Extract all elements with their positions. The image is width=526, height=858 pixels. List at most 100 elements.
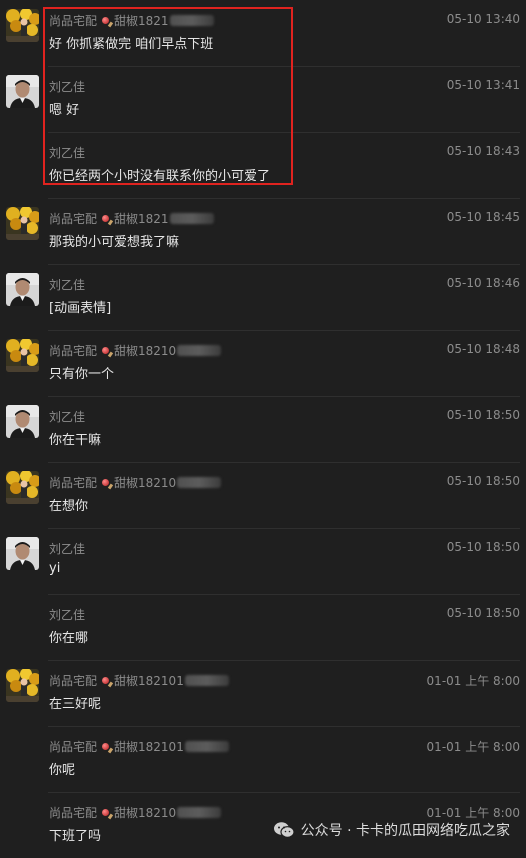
message-timestamp: 01-01 上午 8:00 [426,806,520,820]
message-timestamp: 05-10 18:50 [446,606,520,620]
watermark: 公众号 · 卡卡的瓜田网络吃瓜之家 [273,820,510,840]
sender-label: 刘乙佳 [49,80,86,94]
watermark-label: 公众号 · 卡卡的瓜田网络吃瓜之家 [300,823,510,839]
message-row[interactable]: 刘乙佳 05-10 13:41 嗯 好 [0,66,526,132]
sender-nickname: 甜椒182101 [114,674,184,688]
message-row[interactable]: 刘乙佳 05-10 18:50 你在干嘛 [0,396,526,462]
sender-name: 尚品宅配 甜椒18210 [49,804,222,821]
pepper-stem-icon [107,813,114,820]
pepper-icon [102,347,110,354]
sender-label: 尚品宅配 [49,806,98,820]
redacted-mask [184,741,229,752]
message-timestamp: 01-01 上午 8:00 [426,740,520,754]
sender-label: 尚品宅配 [49,740,98,754]
user-avatar[interactable] [6,75,39,108]
message-timestamp: 05-10 13:40 [446,12,520,26]
sender-name: 尚品宅配 甜椒182101 [49,738,229,755]
store-avatar[interactable] [6,339,39,372]
message-row[interactable]: 尚品宅配 甜椒182101 01-01 上午 8:00 在三好呢 [0,660,526,726]
pepper-stem-icon [107,219,114,226]
message-text: 好 你抓紧做完 咱们早点下班 [49,37,214,52]
message-row[interactable]: 尚品宅配 甜椒1821 05-10 18:45 那我的小可爱想我了嘛 [0,198,526,264]
message-timestamp: 05-10 18:50 [446,408,520,422]
sender-label: 尚品宅配 [49,212,98,226]
redacted-mask [184,675,229,686]
message-text: 只有你一个 [49,367,115,382]
message-row[interactable]: 刘乙佳 05-10 18:50 yi [0,528,526,594]
sender-name: 刘乙佳 [49,540,85,557]
store-avatar[interactable] [6,669,39,702]
sender-nickname: 甜椒18210 [114,344,177,358]
sender-nickname: 甜椒18210 [114,806,177,820]
message-timestamp: 05-10 18:50 [446,540,520,554]
wechat-icon [273,822,295,838]
sender-nickname: 甜椒1821 [114,14,169,28]
message-text: 你已经两个小时没有联系你的小可爱了 [49,169,271,184]
pepper-icon [102,809,110,816]
store-avatar[interactable] [6,207,39,240]
pepper-icon [102,479,110,486]
pepper-stem-icon [107,747,114,754]
user-avatar[interactable] [6,405,39,438]
message-timestamp: 05-10 18:50 [446,474,520,488]
sender-name: 刘乙佳 [49,78,85,95]
message-text: 你呢 [49,763,76,778]
store-avatar[interactable] [6,471,39,504]
sender-label: 尚品宅配 [49,476,98,490]
pepper-stem-icon [107,681,114,688]
message-row[interactable]: 尚品宅配 甜椒18210 05-10 18:50 在想你 [0,462,526,528]
message-text: 下班了吗 [49,829,102,844]
user-avatar[interactable] [6,537,39,570]
message-text: yi [49,561,61,576]
message-timestamp: 05-10 18:45 [446,210,520,224]
pepper-icon [102,743,110,750]
message-row[interactable]: 尚品宅配 甜椒182101 01-01 上午 8:00 你呢 [0,726,526,792]
message-row[interactable]: 尚品宅配 甜椒18210 05-10 18:48 只有你一个 [0,330,526,396]
message-timestamp: 05-10 18:43 [446,144,520,158]
message-text: 在想你 [49,499,89,514]
message-text: 在三好呢 [49,697,102,712]
redacted-mask [177,807,222,818]
sender-nickname: 甜椒1821 [114,212,169,226]
sender-label: 刘乙佳 [49,146,86,160]
redacted-mask [177,477,222,488]
sender-nickname: 甜椒182101 [114,740,184,754]
sender-label: 尚品宅配 [49,674,98,688]
redacted-mask [177,345,222,356]
message-text: 你在哪 [49,631,89,646]
sender-label: 刘乙佳 [49,542,86,556]
pepper-stem-icon [107,483,114,490]
redacted-mask [169,213,214,224]
pepper-stem-icon [107,351,114,358]
sender-label: 尚品宅配 [49,344,98,358]
sender-name: 尚品宅配 甜椒1821 [49,210,214,227]
sender-label: 刘乙佳 [49,410,86,424]
sender-name: 尚品宅配 甜椒182101 [49,672,229,689]
sender-label: 刘乙佳 [49,608,86,622]
redacted-mask [169,15,214,26]
pepper-icon [102,677,110,684]
pepper-icon [102,17,110,24]
message-text: 那我的小可爱想我了嘛 [49,235,180,250]
message-timestamp: 05-10 18:48 [446,342,520,356]
sender-name: 尚品宅配 甜椒18210 [49,474,222,491]
sender-name: 刘乙佳 [49,144,85,161]
sender-name: 尚品宅配 甜椒18210 [49,342,222,359]
message-text: 嗯 好 [49,103,80,118]
message-row[interactable]: 尚品宅配 甜椒1821 05-10 13:40 好 你抓紧做完 咱们早点下班 [0,0,526,66]
pepper-icon [102,215,110,222]
sender-nickname: 甜椒18210 [114,476,177,490]
sender-label: 尚品宅配 [49,14,98,28]
sender-name: 刘乙佳 [49,276,85,293]
store-avatar[interactable] [6,9,39,42]
message-row[interactable]: 刘乙佳 05-10 18:46 [动画表情] [0,264,526,330]
chat-message-list: 尚品宅配 甜椒1821 05-10 13:40 好 你抓紧做完 咱们早点下班 刘乙佳 0… [0,0,526,858]
sender-name: 尚品宅配 甜椒1821 [49,12,214,29]
message-text: 你在干嘛 [49,433,102,448]
message-timestamp: 05-10 13:41 [446,78,520,92]
message-row[interactable]: 刘乙佳 05-10 18:43 你已经两个小时没有联系你的小可爱了 [0,132,526,198]
user-avatar[interactable] [6,273,39,306]
message-row[interactable]: 刘乙佳 05-10 18:50 你在哪 [0,594,526,660]
sender-name: 刘乙佳 [49,606,85,623]
message-timestamp: 01-01 上午 8:00 [426,674,520,688]
